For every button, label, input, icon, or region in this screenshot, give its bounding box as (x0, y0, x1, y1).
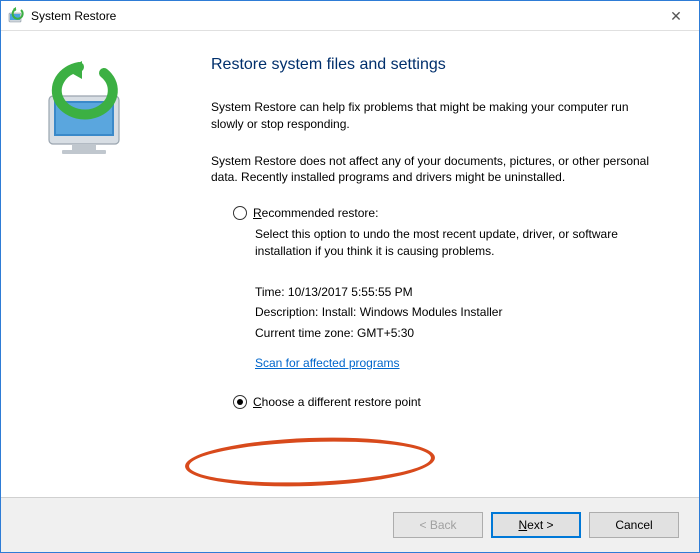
titlebar: System Restore ✕ (1, 1, 699, 31)
main-content: Restore system files and settings System… (176, 31, 699, 497)
radio-icon-checked (233, 395, 247, 409)
body: Restore system files and settings System… (1, 31, 699, 497)
restore-illustration (34, 61, 144, 161)
back-button: < Back (393, 512, 483, 538)
intro-paragraph-2: System Restore does not affect any of yo… (211, 153, 649, 187)
close-icon: ✕ (670, 8, 682, 25)
radio-recommended-restore[interactable]: Recommended restore: (233, 206, 649, 220)
radio-choose-label: Choose a different restore point (253, 395, 421, 409)
scan-affected-programs-link[interactable]: Scan for affected programs (255, 353, 400, 373)
footer: < Back Next > Cancel (1, 497, 699, 552)
info-time: Time: 10/13/2017 5:55:55 PM (255, 282, 649, 302)
next-button[interactable]: Next > (491, 512, 581, 538)
page-heading: Restore system files and settings (211, 56, 649, 74)
close-button[interactable]: ✕ (653, 1, 699, 31)
radio-choose-different[interactable]: Choose a different restore point (233, 395, 649, 409)
intro-paragraph-1: System Restore can help fix problems tha… (211, 99, 649, 133)
recommended-description: Select this option to undo the most rece… (255, 226, 649, 260)
sidebar (1, 31, 176, 497)
system-restore-icon (7, 7, 25, 25)
info-timezone: Current time zone: GMT+5:30 (255, 323, 649, 343)
cancel-button[interactable]: Cancel (589, 512, 679, 538)
info-description: Description: Install: Windows Modules In… (255, 302, 649, 322)
system-restore-window: System Restore ✕ Restore system files an… (0, 0, 700, 553)
restore-point-info: Time: 10/13/2017 5:55:55 PM Description:… (255, 282, 649, 374)
window-title: System Restore (31, 9, 116, 23)
radio-icon (233, 206, 247, 220)
radio-recommended-label: Recommended restore: (253, 206, 378, 220)
